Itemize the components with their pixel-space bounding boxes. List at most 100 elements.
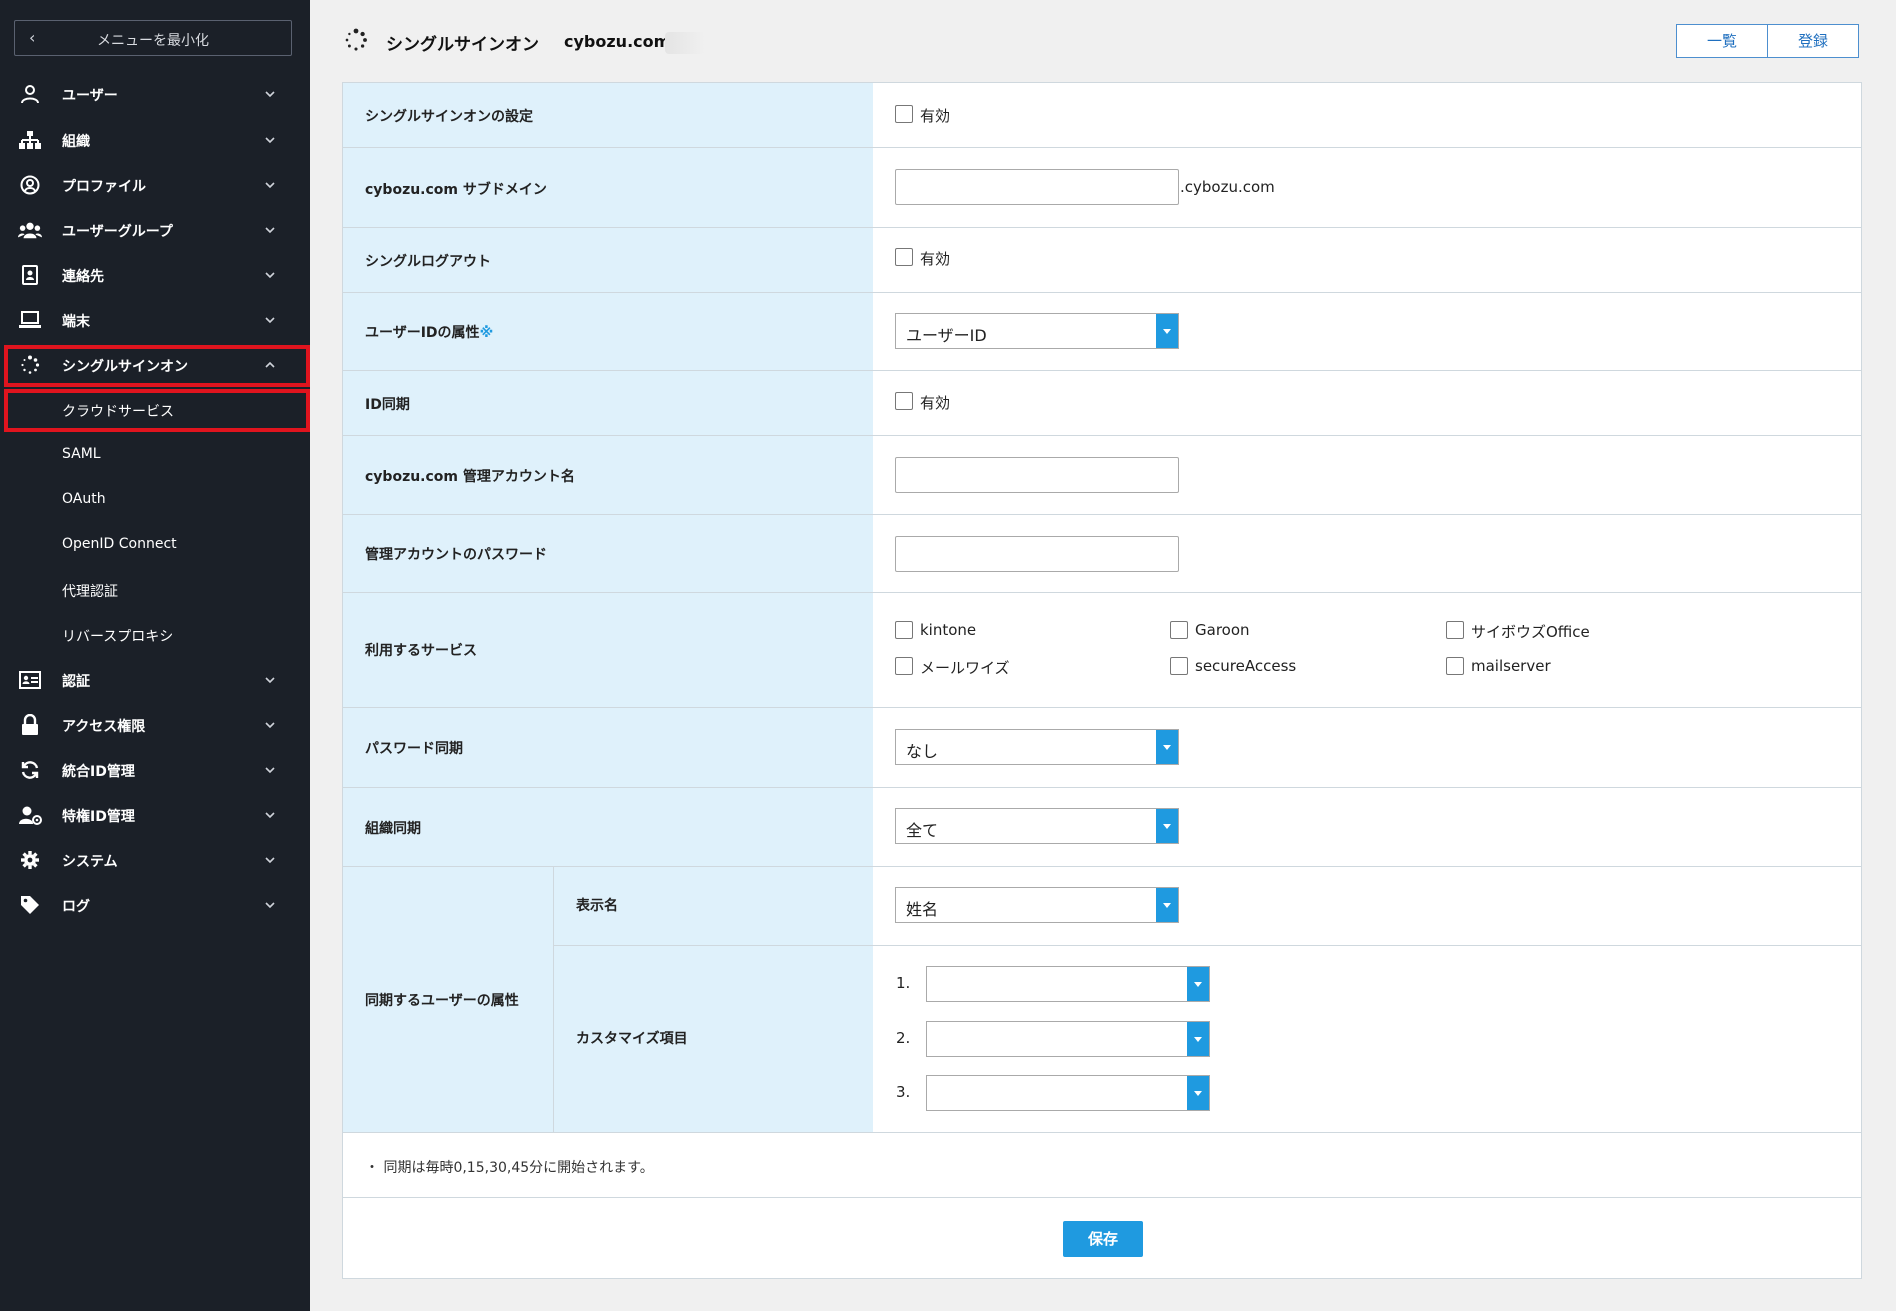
sidebar: ‹ メニューを最小化 ユーザー 組織 プロファイル ユーザーグループ 連絡先 端… xyxy=(0,0,310,1311)
minimize-menu-button[interactable]: ‹ メニューを最小化 xyxy=(14,20,292,56)
sidebar-item-label: 特権ID管理 xyxy=(62,809,135,825)
custom-items-label: カスタマイズ項目 xyxy=(576,1031,688,1047)
checkbox-label: サイボウズOffice xyxy=(1471,623,1590,641)
chevron-down-icon xyxy=(265,182,275,189)
chevron-down-icon xyxy=(1187,1022,1209,1056)
list-button[interactable]: 一覧 xyxy=(1676,24,1768,58)
chevron-down-icon xyxy=(265,317,275,324)
sidebar-subitem-label: リバースプロキシ xyxy=(62,629,174,645)
sidebar-subitem-label: 代理認証 xyxy=(62,584,118,600)
domain-label: cybozu.com xyxy=(564,32,671,51)
row-label: cybozu.com サブドメイン xyxy=(343,148,873,228)
sidebar-item-org[interactable]: 組織 xyxy=(0,118,310,162)
sidebar-item-user-group[interactable]: ユーザーグループ xyxy=(0,208,310,252)
row-label: 組織同期 xyxy=(343,788,873,867)
row-label: パスワード同期 xyxy=(343,708,873,788)
minimize-menu-label: メニューを最小化 xyxy=(97,33,209,49)
laptop-icon xyxy=(18,308,42,332)
select-value: なし xyxy=(906,742,939,761)
sidebar-item-label: ユーザーグループ xyxy=(62,224,173,240)
org-sync-label: 組織同期 xyxy=(365,821,421,837)
password-sync-select[interactable]: なし xyxy=(895,729,1179,765)
chevron-down-icon xyxy=(1156,730,1178,764)
sidebar-item-access[interactable]: アクセス権限 xyxy=(0,703,310,747)
page-header: シングルサインオン cybozu.com 一覧 登録 xyxy=(310,0,1896,82)
sidebar-item-label: 端末 xyxy=(62,314,90,330)
sidebar-item-label: 組織 xyxy=(62,134,90,150)
row-label: ユーザーIDの属性※ xyxy=(343,293,873,371)
sidebar-subitem-saml[interactable]: SAML xyxy=(0,433,310,477)
chevron-down-icon xyxy=(265,227,275,234)
custom-item-number: 3. xyxy=(896,1083,911,1101)
sidebar-item-label: アクセス権限 xyxy=(62,719,146,735)
sidebar-item-auth[interactable]: 認証 xyxy=(0,658,310,702)
password-sync-label: パスワード同期 xyxy=(365,741,463,757)
sidebar-subitem-reverse-proxy[interactable]: リバースプロキシ xyxy=(0,613,310,657)
select-value: 姓名 xyxy=(906,900,939,919)
subdomain-input[interactable] xyxy=(895,169,1179,205)
admin-account-input[interactable] xyxy=(895,457,1179,493)
sso-enabled-checkbox[interactable] xyxy=(895,105,913,123)
admin-password-input[interactable] xyxy=(895,536,1179,572)
row-label: 利用するサービス xyxy=(343,593,873,708)
row-label: 管理アカウントのパスワード xyxy=(343,515,873,593)
select-value: ユーザーID xyxy=(906,326,987,345)
sidebar-item-system[interactable]: システム xyxy=(0,838,310,882)
highlight-box-cloud-service xyxy=(4,389,310,432)
chevron-down-icon xyxy=(1187,1076,1209,1110)
row-value xyxy=(873,83,1861,148)
userid-attr-select[interactable]: ユーザーID xyxy=(895,313,1179,349)
userid-attr-label: ユーザーIDの属性※ xyxy=(365,325,494,341)
sidebar-item-label: ログ xyxy=(62,899,90,915)
chevron-down-icon xyxy=(1187,967,1209,1001)
sidebar-item-integrated-id[interactable]: 統合ID管理 xyxy=(0,748,310,792)
chevron-down-icon xyxy=(265,857,275,864)
service-kintone-checkbox[interactable] xyxy=(895,621,913,639)
sidebar-item-contacts[interactable]: 連絡先 xyxy=(0,253,310,297)
org-sync-select[interactable]: 全て xyxy=(895,808,1179,844)
sidebar-subitem-oauth[interactable]: OAuth xyxy=(0,478,310,522)
display-name-select[interactable]: 姓名 xyxy=(895,887,1179,923)
sidebar-item-users[interactable]: ユーザー xyxy=(0,72,310,116)
sidebar-subitem-openid-connect[interactable]: OpenID Connect xyxy=(0,523,310,567)
sidebar-item-label: 認証 xyxy=(62,674,90,690)
row-label: シングルサインオンの設定 xyxy=(343,83,873,148)
sync-icon xyxy=(18,758,42,782)
sidebar-item-label: ユーザー xyxy=(62,88,118,104)
admin-user-icon xyxy=(18,803,42,827)
row-label: ID同期 xyxy=(343,371,873,436)
gear-icon xyxy=(18,848,42,872)
register-button[interactable]: 登録 xyxy=(1767,24,1859,58)
chevron-down-icon xyxy=(265,677,275,684)
checkbox-label: Garoon xyxy=(1195,621,1250,639)
tag-icon xyxy=(18,893,42,917)
sidebar-item-label: 統合ID管理 xyxy=(62,764,135,780)
save-button[interactable]: 保存 xyxy=(1063,1221,1143,1257)
sidebar-item-privileged-id[interactable]: 特権ID管理 xyxy=(0,793,310,837)
sidebar-item-log[interactable]: ログ xyxy=(0,883,310,927)
chevron-down-icon xyxy=(265,902,275,909)
custom-item-1-select[interactable] xyxy=(926,966,1210,1002)
sidebar-item-devices[interactable]: 端末 xyxy=(0,298,310,342)
id-sync-checkbox[interactable] xyxy=(895,392,913,410)
sidebar-item-label: システム xyxy=(62,854,118,870)
sidebar-item-profile[interactable]: プロファイル xyxy=(0,163,310,207)
custom-item-3-select[interactable] xyxy=(926,1075,1210,1111)
service-secureaccess-checkbox[interactable] xyxy=(1170,657,1188,675)
sidebar-item-label: 連絡先 xyxy=(62,269,104,285)
service-garoon-checkbox[interactable] xyxy=(1170,621,1188,639)
single-logout-checkbox[interactable] xyxy=(895,248,913,266)
highlight-box-sso xyxy=(4,345,310,387)
service-cybozu-office-checkbox[interactable] xyxy=(1446,621,1464,639)
custom-item-2-select[interactable] xyxy=(926,1021,1210,1057)
user-icon xyxy=(18,82,42,106)
display-name-label: 表示名 xyxy=(576,898,618,914)
service-mailwise-checkbox[interactable] xyxy=(895,657,913,675)
row-value xyxy=(873,228,1861,293)
chevron-down-icon xyxy=(265,272,275,279)
redacted-text xyxy=(665,32,705,54)
row-label: カスタマイズ項目 xyxy=(554,946,873,1133)
service-mailserver-checkbox[interactable] xyxy=(1446,657,1464,675)
sidebar-subitem-proxy-auth[interactable]: 代理認証 xyxy=(0,568,310,612)
contact-icon xyxy=(18,263,42,287)
